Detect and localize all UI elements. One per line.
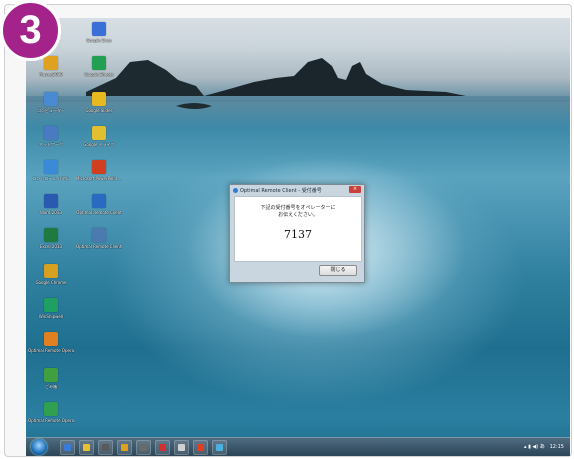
desktop-icon-label: Optimal Remote Client(ショートカット)	[76, 244, 122, 249]
desktop-icon[interactable]: Google Sheets	[76, 56, 122, 77]
receipt-number: 7137	[284, 228, 312, 241]
app-shortcut-icon	[44, 298, 58, 312]
app-shortcut-icon	[44, 56, 58, 70]
dialog-title: Optimal Remote Client - 受付番号	[240, 188, 322, 194]
app-shortcut-icon	[44, 402, 58, 416]
desktop-icon-label: Optimal Remote Client	[76, 210, 122, 215]
desktop-icon[interactable]: コンピューター	[28, 92, 74, 113]
app-icon	[233, 188, 238, 193]
dialog-message-line1: 下記の受付番号をオペレーターに	[260, 205, 336, 211]
taskbar-app-icon	[159, 444, 166, 451]
app-shortcut-icon	[92, 160, 106, 174]
step-number-badge: 3	[0, 0, 61, 61]
taskbar-app-button[interactable]	[155, 440, 170, 455]
desktop-icon-label: WinShipwell	[38, 314, 64, 319]
close-button[interactable]: ×	[349, 186, 361, 193]
taskbar-app-button[interactable]	[60, 440, 75, 455]
desktop-icon-label: Optimal Remote Operator BASIC	[28, 418, 74, 423]
app-shortcut-icon	[92, 56, 106, 70]
taskbar-app-icon	[83, 444, 90, 451]
app-shortcut-icon	[44, 92, 58, 106]
dialog-body: 下記の受付番号をオペレーターに お伝えください。 7137	[234, 196, 362, 262]
taskbar-app-icon	[216, 444, 223, 451]
taskbar-app-icon	[140, 444, 147, 451]
desktop-icon[interactable]: ネットワーク	[28, 126, 74, 147]
tray-icons[interactable]: ▴ ▮ ◀) あ	[524, 444, 545, 450]
desktop-icon[interactable]: コントロール パネル	[28, 160, 74, 181]
desktop-icon-label: ネットワーク	[39, 142, 63, 147]
desktop-icon-label: Google Sheets	[84, 72, 114, 77]
desktop: Google Docs Muvee2009 Google Sheets コンピューター…	[26, 18, 570, 456]
desktop-icon-label: Google Chrome	[35, 280, 67, 285]
desktop-icon-label: コンピューター	[37, 108, 65, 113]
dialog-message: 下記の受付番号をオペレーターに お伝えください。	[235, 205, 361, 219]
taskbar-app-icon	[121, 444, 128, 451]
clock: 12:15	[549, 444, 564, 450]
desktop-icon-label: Google Docs	[86, 38, 112, 43]
desktop-icon[interactable]: Optimal Remote Operator ...	[28, 332, 74, 353]
desktop-icon-label: Muvee2009	[39, 72, 63, 77]
start-button[interactable]	[31, 439, 47, 455]
desktop-icon-label: Google Slides	[85, 108, 113, 113]
desktop-icon-label: Microsoft PowerPoint ...	[76, 176, 122, 181]
desktop-icon[interactable]: Optimal Remote Client(ショートカット)	[76, 228, 122, 249]
app-shortcut-icon	[92, 126, 106, 140]
taskbar-app-button[interactable]	[212, 440, 227, 455]
taskbar-app-icon	[197, 444, 204, 451]
app-shortcut-icon	[92, 194, 106, 208]
desktop-icon[interactable]: ごみ箱	[28, 368, 74, 389]
system-tray: ▴ ▮ ◀) あ 12:15	[524, 438, 564, 456]
desktop-icon-label: Optimal Remote Operator ...	[28, 348, 74, 353]
desktop-icon[interactable]: Google Chrome	[28, 264, 74, 285]
desktop-icon-label: Excel 2013	[39, 244, 63, 249]
receipt-number-dialog: Optimal Remote Client - 受付番号 × 下記の受付番号をオ…	[229, 184, 365, 283]
desktop-icon[interactable]: Optimal Remote Operator BASIC	[28, 402, 74, 423]
dialog-message-line2: お伝えください。	[278, 212, 318, 218]
desktop-icon[interactable]: Google ドライブ	[76, 126, 122, 147]
desktop-icon-label: ごみ箱	[45, 384, 57, 389]
desktop-icon-label: コントロール パネル	[32, 176, 70, 181]
desktop-icon[interactable]: WinShipwell	[28, 298, 74, 319]
taskbar-app-button[interactable]	[98, 440, 113, 455]
app-shortcut-icon	[92, 228, 106, 242]
taskbar-app-button[interactable]	[79, 440, 94, 455]
app-shortcut-icon	[44, 368, 58, 382]
taskbar-app-button[interactable]	[136, 440, 151, 455]
app-shortcut-icon	[44, 228, 58, 242]
taskbar-app-button[interactable]	[193, 440, 208, 455]
close-dialog-button[interactable]: 閉じる	[319, 265, 357, 276]
taskbar-app-icon	[64, 444, 71, 451]
desktop-icon[interactable]: Microsoft PowerPoint ...	[76, 160, 122, 181]
desktop-icon-label: Word 2013	[40, 210, 62, 215]
app-shortcut-icon	[44, 332, 58, 346]
taskbar: ▴ ▮ ◀) あ 12:15	[26, 437, 570, 456]
desktop-icon-label: Google ドライブ	[83, 142, 115, 147]
desktop-icon[interactable]: Excel 2013	[28, 228, 74, 249]
app-shortcut-icon	[44, 264, 58, 278]
taskbar-app-icon	[102, 444, 109, 451]
taskbar-app-icon	[178, 444, 185, 451]
app-shortcut-icon	[44, 126, 58, 140]
app-shortcut-icon	[92, 22, 106, 36]
app-shortcut-icon	[44, 194, 58, 208]
taskbar-app-button[interactable]	[117, 440, 132, 455]
app-shortcut-icon	[44, 160, 58, 174]
desktop-icon[interactable]: Google Slides	[76, 92, 122, 113]
desktop-icon[interactable]: Word 2013	[28, 194, 74, 215]
desktop-icon[interactable]: Optimal Remote Client	[76, 194, 122, 215]
desktop-icon[interactable]: Google Docs	[76, 22, 122, 43]
taskbar-app-button[interactable]	[174, 440, 189, 455]
app-shortcut-icon	[92, 92, 106, 106]
